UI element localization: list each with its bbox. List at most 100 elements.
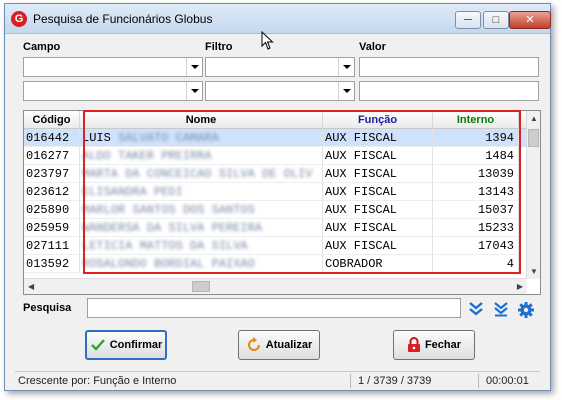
employee-name-obscured: ALDO TAKER PREIRRA <box>82 149 212 163</box>
settings-gear-icon[interactable] <box>517 301 535 319</box>
chevron-down-icon[interactable] <box>338 82 354 100</box>
employee-name: LUIS <box>82 131 111 145</box>
table-row[interactable]: 023612 ELISANDRA PEDI AUX FISCAL 13143 <box>24 183 527 201</box>
globus-app-icon: G <box>11 11 27 27</box>
vertical-scroll-thumb[interactable] <box>528 129 539 147</box>
employee-name-obscured: WANDERSA DA SILVA PEREIRA <box>82 221 263 235</box>
elapsed-timer: 00:00:01 <box>486 375 529 387</box>
campo-select-2[interactable] <box>23 81 203 101</box>
horizontal-scroll-thumb[interactable] <box>192 281 210 292</box>
employee-name-obscured: ROSALONDO BORDIAL PAIXAO <box>82 257 255 271</box>
cell-nome: MARLOR SANTOS DOS SANTOS <box>80 201 323 219</box>
scroll-left-icon[interactable]: ◀ <box>28 282 34 291</box>
cell-funcao: AUX FISCAL <box>323 183 433 201</box>
filtro-select-1[interactable] <box>205 57 355 77</box>
table-row[interactable]: 025890 MARLOR SANTOS DOS SANTOS AUX FISCAL… <box>24 201 527 219</box>
employee-name-obscured: MARLOR SANTOS DOS SANTOS <box>82 203 255 217</box>
chevron-down-icon[interactable] <box>338 58 354 76</box>
cell-nome: ALDO TAKER PREIRRA <box>80 147 323 165</box>
cell-codigo: 016277 <box>24 147 80 165</box>
maximize-icon: □ <box>492 14 500 26</box>
cell-codigo: 023612 <box>24 183 80 201</box>
horizontal-scrollbar[interactable]: ◀ ▶ <box>24 278 527 294</box>
chevron-down-icon[interactable] <box>186 82 202 100</box>
table-row[interactable]: 025959 WANDERSA DA SILVA PEREIRA AUX FISCA… <box>24 219 527 237</box>
valor-input-1[interactable] <box>359 57 539 77</box>
employee-name-obscured: SALVATO CAMARA <box>118 131 219 145</box>
scroll-up-icon[interactable]: ▲ <box>530 114 538 123</box>
employee-name-obscured: LETICIA MATTOS DA SILVA <box>82 239 248 253</box>
table-row[interactable]: 016277 ALDO TAKER PREIRRA AUX FISCAL 1484 <box>24 147 527 165</box>
sort-status: Crescente por: Função e Interno <box>15 374 351 388</box>
chevron-down-icon[interactable] <box>186 58 202 76</box>
cell-codigo: 027111 <box>24 237 80 255</box>
close-dialog-button[interactable]: Fechar <box>393 330 475 360</box>
scroll-right-icon[interactable]: ▶ <box>517 282 523 291</box>
employee-search-window: G Pesquisa de Funcionários Globus ─ □ ✕ … <box>4 3 551 391</box>
campo-select-1[interactable] <box>23 57 203 77</box>
scroll-down-icon[interactable]: ▼ <box>530 267 538 276</box>
cell-funcao: AUX FISCAL <box>323 129 433 147</box>
cell-nome: WANDERSA DA SILVA PEREIRA <box>80 219 323 237</box>
cell-interno: 13143 <box>433 183 519 201</box>
cell-nome: LUIS SALVATO CAMARA <box>80 129 323 147</box>
grid-header: Código Nome Função Interno <box>24 111 527 129</box>
table-row[interactable]: 013592 ROSALONDO BORDIAL PAIXAO COBRADOR 4 <box>24 255 527 273</box>
pesquisa-label: Pesquisa <box>23 302 72 314</box>
table-row[interactable]: 027111 LETICIA MATTOS DA SILVA AUX FISCAL 1… <box>24 237 527 255</box>
employee-name-obscured: MARTA DA CONCEICAO SILVA DE OLIV <box>82 167 313 181</box>
cell-funcao: AUX FISCAL <box>323 219 433 237</box>
filtro-label: Filtro <box>205 41 233 53</box>
confirm-button-label: Confirmar <box>109 339 163 351</box>
cell-codigo: 025959 <box>24 219 80 237</box>
valor-input-2[interactable] <box>359 81 539 101</box>
column-header-interno[interactable]: Interno <box>433 111 519 129</box>
column-header-funcao[interactable]: Função <box>323 111 433 129</box>
filtro-select-2[interactable] <box>205 81 355 101</box>
close-button[interactable]: ✕ <box>509 11 551 29</box>
mouse-cursor-icon <box>261 31 274 50</box>
title-bar: G Pesquisa de Funcionários Globus ─ □ ✕ <box>5 4 551 34</box>
cell-interno: 13039 <box>433 165 519 183</box>
column-header-nome[interactable]: Nome <box>80 111 323 129</box>
pesquisa-input[interactable] <box>87 298 461 318</box>
cell-codigo: 023797 <box>24 165 80 183</box>
cell-nome: MARTA DA CONCEICAO SILVA DE OLIV <box>80 165 323 183</box>
cell-funcao: AUX FISCAL <box>323 201 433 219</box>
window-title: Pesquisa de Funcionários Globus <box>33 12 213 26</box>
valor-label: Valor <box>359 41 386 53</box>
cell-interno: 15233 <box>433 219 519 237</box>
employee-name-obscured: ELISANDRA PEDI <box>82 185 183 199</box>
record-counter: 1 / 3739 / 3739 <box>355 374 479 388</box>
cell-funcao: AUX FISCAL <box>323 165 433 183</box>
maximize-button[interactable]: □ <box>483 11 509 29</box>
status-bar: Crescente por: Função e Interno 1 / 3739… <box>15 371 540 389</box>
close-dialog-button-label: Fechar <box>424 339 462 351</box>
campo-label: Campo <box>23 41 61 53</box>
refresh-icon <box>247 337 260 351</box>
cell-codigo: 025890 <box>24 201 80 219</box>
refresh-button[interactable]: Atualizar <box>238 330 320 360</box>
table-row[interactable]: 023797 MARTA DA CONCEICAO SILVA DE OLIV AU… <box>24 165 527 183</box>
table-row[interactable]: 016442 LUIS SALVATO CAMARA AUX FISCAL 1394 <box>24 129 527 147</box>
minimize-button[interactable]: ─ <box>455 11 481 29</box>
confirm-button[interactable]: Confirmar <box>85 330 167 360</box>
cell-interno: 17043 <box>433 237 519 255</box>
cell-funcao: AUX FISCAL <box>323 147 433 165</box>
checkmark-icon <box>90 339 105 351</box>
cell-interno: 1484 <box>433 147 519 165</box>
cell-codigo: 013592 <box>24 255 80 273</box>
vertical-scrollbar[interactable]: ▲ ▼ <box>526 111 540 279</box>
employee-grid[interactable]: Código Nome Função Interno 016442 LUIS SA… <box>23 110 541 295</box>
minimize-icon: ─ <box>464 14 472 26</box>
cell-funcao: AUX FISCAL <box>323 237 433 255</box>
cell-nome: ELISANDRA PEDI <box>80 183 323 201</box>
expand-all-icon[interactable] <box>467 301 485 317</box>
lock-icon <box>407 337 420 352</box>
cell-nome: ROSALONDO BORDIAL PAIXAO <box>80 255 323 273</box>
cell-interno: 1394 <box>433 129 519 147</box>
scroll-to-bottom-icon[interactable] <box>492 301 510 317</box>
column-header-codigo[interactable]: Código <box>24 111 80 129</box>
cell-interno: 15037 <box>433 201 519 219</box>
refresh-button-label: Atualizar <box>265 339 313 351</box>
